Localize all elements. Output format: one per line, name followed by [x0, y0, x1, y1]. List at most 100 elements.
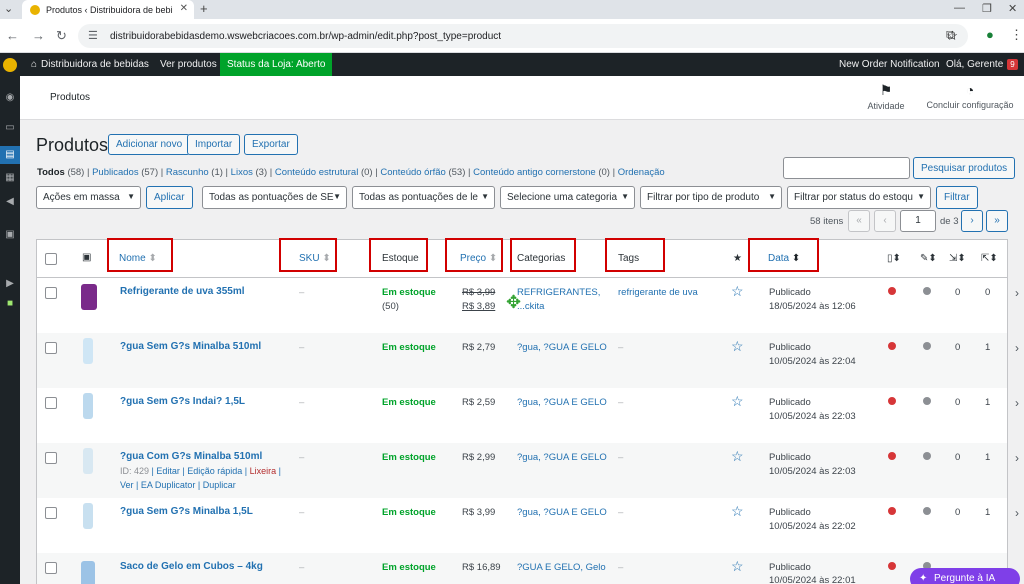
finish-setup-button[interactable]: ◔ Concluir configuração: [922, 82, 1018, 110]
site-info-icon[interactable]: ☰: [88, 29, 98, 42]
view-products-link[interactable]: Ver produtos: [160, 53, 217, 76]
featured-star-icon[interactable]: ☆: [731, 393, 744, 410]
import-button[interactable]: Importar: [187, 134, 241, 155]
stock-status-select[interactable]: Filtrar por status do estoqu ▼: [787, 186, 931, 209]
row-checkbox[interactable]: [45, 452, 57, 464]
search-products-button[interactable]: Pesquisar produtos: [913, 157, 1016, 179]
plugin-square-icon[interactable]: ■: [3, 298, 17, 310]
category-link[interactable]: ?gua, ?GUA E GELO: [517, 507, 607, 518]
appearance-icon[interactable]: ▣: [3, 229, 17, 241]
product-name-link[interactable]: Saco de Gelo em Cubos – 4kg: [120, 561, 263, 572]
duplicate-link[interactable]: Duplicar: [203, 480, 236, 490]
export-button[interactable]: Exportar: [244, 134, 298, 155]
new-tab-icon[interactable]: +: [200, 1, 208, 16]
featured-star-icon[interactable]: ☆: [731, 503, 744, 520]
add-new-button[interactable]: Adicionar novo: [108, 134, 191, 155]
filter-button[interactable]: Filtrar: [936, 186, 978, 209]
product-thumbnail[interactable]: [81, 284, 97, 310]
product-thumbnail[interactable]: [83, 338, 93, 364]
forward-icon[interactable]: →: [32, 28, 45, 43]
chevron-right-icon[interactable]: ›: [1015, 506, 1019, 520]
category-link[interactable]: REFRIGERANTES,: [517, 287, 600, 298]
view-link[interactable]: Ver: [120, 480, 134, 490]
chevron-right-icon[interactable]: ›: [1015, 341, 1019, 355]
category-link[interactable]: ?gua, ?GUA E GELO: [517, 342, 607, 353]
site-name-link[interactable]: ⌂ Distribuidora de bebidas: [31, 53, 149, 76]
media-play-icon[interactable]: ▶: [3, 278, 17, 290]
select-all-checkbox[interactable]: [45, 253, 57, 265]
row-checkbox[interactable]: [45, 342, 57, 354]
extensions-icon[interactable]: ⧉: [946, 27, 955, 43]
analytics-icon[interactable]: ▦: [3, 172, 17, 184]
product-thumbnail[interactable]: [83, 393, 93, 419]
product-name-link[interactable]: ?gua Sem G?s Minalba 510ml: [120, 341, 261, 352]
tab-search-icon[interactable]: ⌄: [4, 2, 13, 15]
maximize-icon[interactable]: ❐: [982, 2, 992, 15]
url-input[interactable]: ☰ distribuidorabebidasdemo.wswebcriacoes…: [78, 24, 968, 48]
product-type-select[interactable]: Filtrar por tipo de produto ▼: [640, 186, 782, 209]
category-link[interactable]: ...ckita: [517, 301, 544, 312]
edit-link[interactable]: Editar: [156, 466, 180, 476]
close-window-icon[interactable]: ✕: [1008, 2, 1017, 15]
featured-star-icon[interactable]: ☆: [731, 283, 744, 300]
browser-menu-icon[interactable]: ⋮: [1010, 27, 1023, 43]
chevron-right-icon[interactable]: ›: [1015, 286, 1019, 300]
chevron-right-icon[interactable]: ›: [1015, 396, 1019, 410]
profile-icon[interactable]: ●: [986, 27, 994, 42]
chevron-right-icon[interactable]: ›: [1015, 451, 1019, 465]
row-checkbox[interactable]: [45, 287, 57, 299]
row-checkbox[interactable]: [45, 562, 57, 574]
product-thumbnail[interactable]: [81, 561, 95, 584]
product-name-link[interactable]: Refrigerante de uva 355ml: [120, 286, 245, 297]
product-thumbnail[interactable]: [83, 448, 93, 474]
filter-old-cornerstone-link[interactable]: Conteúdo antigo cornerstone: [473, 167, 596, 178]
filter-orphan-link[interactable]: Conteúdo órfão: [380, 167, 446, 178]
apply-button[interactable]: Aplicar: [146, 186, 193, 209]
products-icon[interactable]: ▤: [0, 146, 20, 164]
dashboard-icon[interactable]: ◉: [3, 92, 17, 104]
column-price[interactable]: Preço ⬍: [460, 253, 497, 264]
column-sku[interactable]: SKU ⬍: [299, 253, 331, 264]
featured-star-icon[interactable]: ☆: [731, 558, 744, 575]
filter-draft-link[interactable]: Rascunho: [166, 167, 209, 178]
product-name-link[interactable]: ?gua Sem G?s Minalba 1,5L: [120, 506, 253, 517]
store-status-badge[interactable]: Status da Loja: Aberto: [220, 53, 333, 76]
bulk-actions-select[interactable]: Ações em massa ▼: [36, 186, 141, 209]
trash-link[interactable]: Lixeira: [250, 466, 277, 476]
marketing-icon[interactable]: ◀: [3, 196, 17, 208]
column-name[interactable]: Nome ⬍: [119, 253, 157, 264]
browser-tab[interactable]: Produtos ‹ Distribuidora de bebi ✕: [22, 0, 194, 19]
product-name-link[interactable]: ?gua Sem G?s Indai? 1,5L: [120, 396, 245, 407]
category-link[interactable]: ?GUA E GELO, Gelo: [517, 562, 606, 573]
row-checkbox[interactable]: [45, 397, 57, 409]
tag-link[interactable]: refrigerante de uva: [618, 287, 698, 298]
outgoing-links-column-icon[interactable]: ⇱⬍: [981, 253, 998, 264]
incoming-links-column-icon[interactable]: ⇲⬍: [949, 253, 966, 264]
readability-select[interactable]: Todas as pontuações de le ▼: [352, 186, 495, 209]
column-date[interactable]: Data ⬍: [768, 253, 800, 264]
last-page-button[interactable]: »: [986, 210, 1008, 232]
category-link[interactable]: ?gua, ?GUA E GELO: [517, 452, 607, 463]
activity-button[interactable]: ⚑ Atividade: [866, 82, 906, 111]
new-order-notification-link[interactable]: New Order Notification: [839, 53, 940, 76]
product-name-link[interactable]: ?gua Com G?s Minalba 510ml: [120, 451, 262, 462]
next-page-button[interactable]: ›: [961, 210, 983, 232]
seo-column-icon[interactable]: ▯⬍: [887, 253, 901, 264]
filter-trash-link[interactable]: Lixos: [231, 167, 253, 178]
filter-cornerstone-link[interactable]: Conteúdo estrutural: [275, 167, 358, 178]
reload-icon[interactable]: ↻: [56, 28, 67, 44]
account-menu[interactable]: Olá, Gerente 9: [946, 53, 1018, 76]
close-tab-icon[interactable]: ✕: [180, 3, 188, 14]
featured-star-icon[interactable]: ☆: [731, 448, 744, 465]
category-select[interactable]: Selecione uma categoria ▼: [500, 186, 635, 209]
quick-edit-link[interactable]: Edição rápida: [187, 466, 242, 476]
filter-all-link[interactable]: Todos: [37, 167, 65, 178]
back-icon[interactable]: ←: [6, 28, 19, 43]
ask-ai-button[interactable]: ✦ Pergunte à IA: [910, 568, 1020, 584]
seo-score-select[interactable]: Todas as pontuações de SE ▼: [202, 186, 347, 209]
wp-logo-icon[interactable]: [3, 53, 17, 76]
product-thumbnail[interactable]: [83, 503, 93, 529]
featured-column-star-icon[interactable]: ★: [733, 253, 742, 264]
readability-column-icon[interactable]: ✎⬍: [920, 253, 937, 264]
row-checkbox[interactable]: [45, 507, 57, 519]
